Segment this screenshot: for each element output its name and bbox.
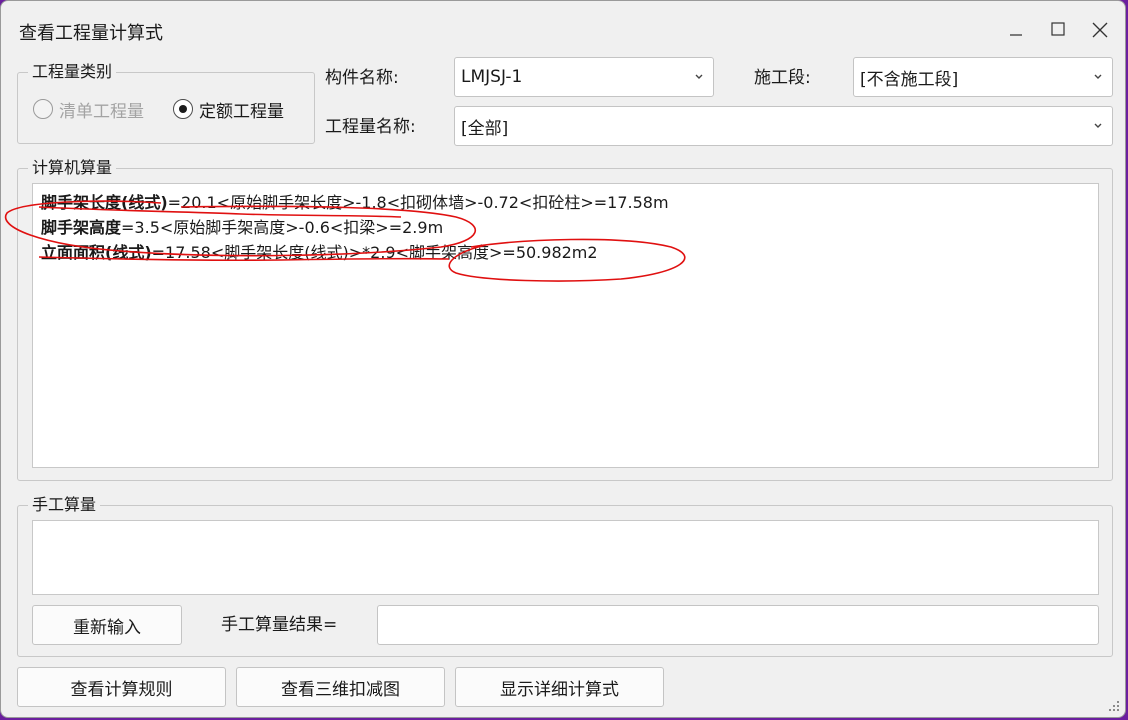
radio-quota-qty[interactable]: 定额工程量 [173, 99, 284, 122]
chevron-down-icon [1094, 123, 1102, 128]
resize-grip-icon[interactable] [1107, 699, 1121, 713]
manual-calc-legend: 手工算量 [28, 496, 101, 514]
stage-value: [不含施工段] [860, 69, 959, 90]
component-name-label: 构件名称: [325, 68, 399, 88]
formula-expr: =17.58<脚手架长度(线式)>*2.9<脚手架高度>=50.982m2 [151, 243, 598, 262]
component-name-select[interactable]: LMJSJ-1 [454, 57, 714, 97]
qty-name-value: [全部] [461, 118, 509, 139]
formula-name: 脚手架高度 [41, 218, 122, 237]
view-3d-deduction-button[interactable]: 查看三维扣减图 [236, 667, 445, 707]
component-name-value: LMJSJ-1 [461, 67, 523, 87]
radio-dot [173, 99, 193, 119]
view-calc-rules-button[interactable]: 查看计算规则 [17, 667, 226, 707]
maximize-button[interactable] [1041, 15, 1075, 45]
close-button[interactable] [1083, 15, 1117, 45]
formula-name: 脚手架长度(线式) [41, 193, 168, 212]
title-bar[interactable]: 查看工程量计算式 [1, 1, 1125, 53]
computer-calc-area[interactable]: 脚手架长度(线式)=20.1<原始脚手架长度>-1.8<扣砌体墙>-0.72<扣… [32, 183, 1099, 468]
manual-result-label: 手工算量结果= [221, 615, 338, 635]
manual-result-input[interactable] [377, 605, 1099, 645]
computer-calc-group: 计算机算量 脚手架长度(线式)=20.1<原始脚手架长度>-1.8<扣砌体墙>-… [17, 159, 1113, 481]
manual-calc-area[interactable] [32, 520, 1099, 595]
dialog-window: 查看工程量计算式 工程量类别 清单工程量 定额工程量 构件名称: LMJSJ-1… [0, 0, 1126, 718]
qty-name-label: 工程量名称: [325, 117, 416, 137]
stage-label: 施工段: [754, 68, 811, 88]
window-title: 查看工程量计算式 [19, 23, 163, 44]
formula-name: 立面面积(线式) [41, 243, 152, 262]
radio-bill-qty-label: 清单工程量 [59, 101, 144, 122]
radio-quota-qty-label: 定额工程量 [199, 101, 284, 122]
minimize-icon [1010, 34, 1022, 36]
radio-dot [33, 99, 53, 119]
manual-calc-group: 手工算量 重新输入 手工算量结果= [17, 496, 1113, 657]
close-icon [1092, 22, 1108, 38]
formula-expr: =3.5<原始脚手架高度>-0.6<扣梁>=2.9m [121, 218, 444, 237]
maximize-icon [1051, 22, 1065, 36]
chevron-down-icon [695, 74, 703, 79]
qty-name-select[interactable]: [全部] [454, 106, 1113, 146]
reenter-button[interactable]: 重新输入 [32, 605, 182, 645]
show-detail-formula-button[interactable]: 显示详细计算式 [455, 667, 664, 707]
stage-select[interactable]: [不含施工段] [853, 57, 1113, 97]
formula-line: 脚手架长度(线式)=20.1<原始脚手架长度>-1.8<扣砌体墙>-0.72<扣… [41, 193, 669, 213]
formula-line: 脚手架高度=3.5<原始脚手架高度>-0.6<扣梁>=2.9m [41, 218, 443, 238]
chevron-down-icon [1094, 74, 1102, 79]
formula-line: 立面面积(线式)=17.58<脚手架长度(线式)>*2.9<脚手架高度>=50.… [41, 243, 598, 263]
formula-expr: =20.1<原始脚手架长度>-1.8<扣砌体墙>-0.72<扣砼柱>=17.58… [167, 193, 669, 212]
minimize-button[interactable] [999, 15, 1033, 45]
computer-calc-legend: 计算机算量 [28, 159, 117, 177]
qty-type-legend: 工程量类别 [28, 63, 117, 81]
radio-bill-qty[interactable]: 清单工程量 [33, 99, 144, 122]
qty-type-group: 工程量类别 清单工程量 定额工程量 [17, 63, 315, 144]
